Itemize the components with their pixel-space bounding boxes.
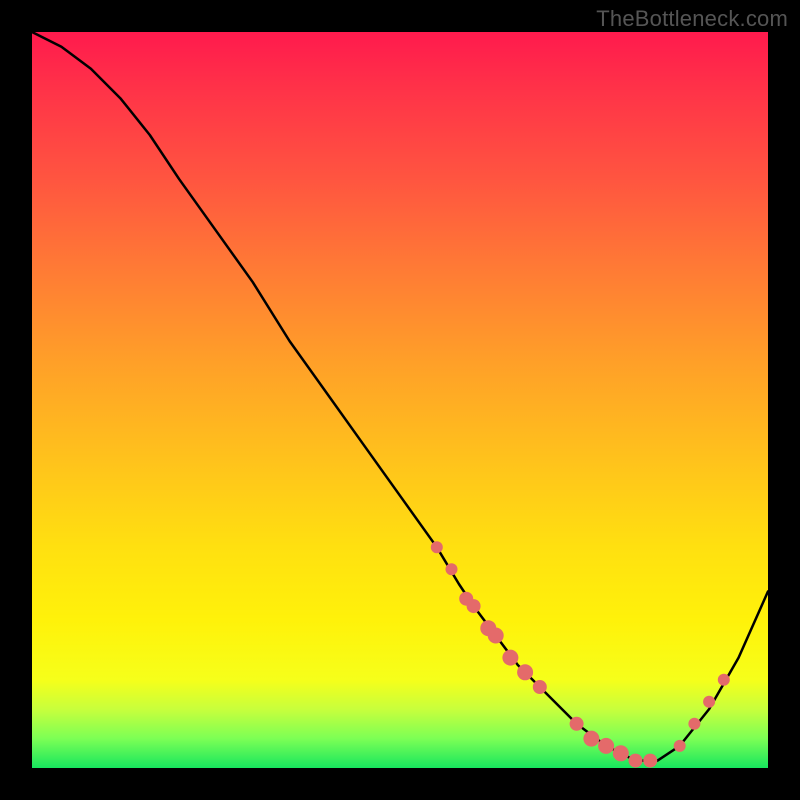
bottleneck-curve: [32, 32, 768, 761]
marker-dot: [703, 696, 715, 708]
marker-dot: [533, 680, 547, 694]
marker-dot: [688, 718, 700, 730]
watermark-text: TheBottleneck.com: [596, 6, 788, 32]
highlight-markers: [431, 541, 730, 767]
curve-layer: [32, 32, 768, 768]
marker-dot: [467, 599, 481, 613]
marker-dot: [488, 628, 504, 644]
marker-dot: [598, 738, 614, 754]
marker-dot: [502, 650, 518, 666]
chart-stage: TheBottleneck.com: [0, 0, 800, 800]
marker-dot: [446, 563, 458, 575]
marker-dot: [613, 745, 629, 761]
marker-dot: [674, 740, 686, 752]
plot-gradient-area: [32, 32, 768, 768]
marker-dot: [718, 674, 730, 686]
marker-dot: [629, 754, 643, 768]
marker-dot: [431, 541, 443, 553]
marker-dot: [517, 664, 533, 680]
marker-dot: [643, 754, 657, 768]
marker-dot: [570, 717, 584, 731]
marker-dot: [583, 731, 599, 747]
